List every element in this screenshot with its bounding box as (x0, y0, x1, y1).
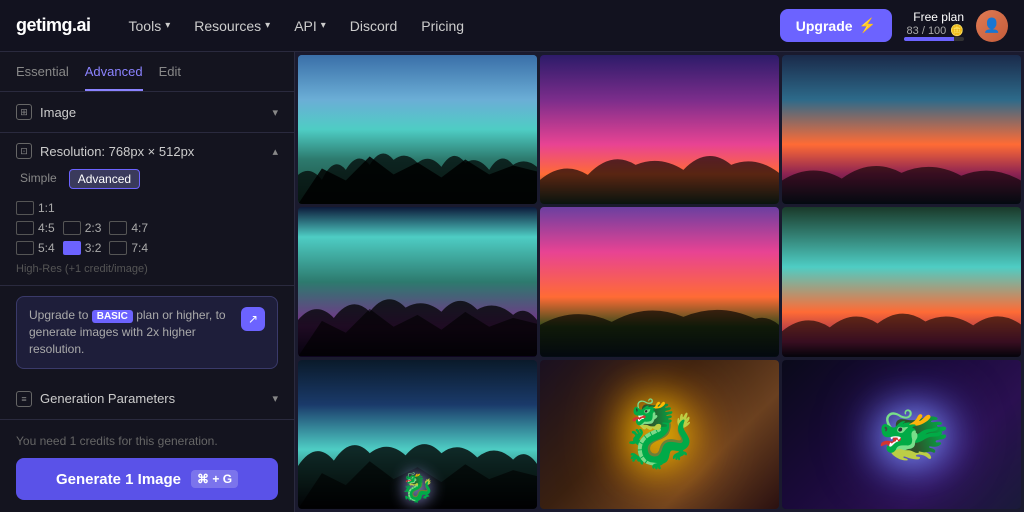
nav-pricing[interactable]: Pricing (411, 12, 474, 40)
generate-button[interactable]: Generate 1 Image ⌘ + G (16, 458, 278, 500)
gold-dragon-icon: 🐉 (619, 396, 700, 472)
image-section-header[interactable]: ⊞ Image ▾ (16, 104, 278, 120)
gallery: 🐉 🐉 🐲 (295, 52, 1024, 512)
plan-info: Free plan 83 / 100 🪙 (904, 10, 964, 41)
credits-bar (904, 37, 964, 41)
crystal-dragon-icon: 🐉 (400, 471, 435, 504)
nav-resources[interactable]: Resources ▾ (184, 12, 280, 40)
chevron-down-icon: ▾ (272, 106, 278, 119)
basic-badge: BASIC (92, 310, 133, 323)
ratio-box-2-3 (63, 221, 81, 235)
chevron-down-icon: ▾ (165, 20, 170, 31)
gen-params-header[interactable]: ≡ Generation Parameters ▾ (16, 391, 278, 407)
upgrade-arrow-icon[interactable]: ↗ (241, 307, 265, 331)
nav-api[interactable]: API ▾ (284, 12, 336, 40)
toggle-simple[interactable]: Simple (16, 169, 61, 189)
gallery-item[interactable] (540, 55, 779, 204)
high-res-note: High-Res (+1 credit/image) (16, 263, 278, 275)
chevron-down-icon: ▾ (265, 20, 270, 31)
tab-essential[interactable]: Essential (16, 64, 69, 91)
ratio-3-2[interactable]: 3:2 (63, 241, 102, 255)
upgrade-banner[interactable]: Upgrade to BASIC plan or higher, to gene… (16, 296, 278, 369)
image-icon: ⊞ (16, 104, 32, 120)
gallery-item[interactable] (782, 207, 1021, 356)
gallery-item[interactable] (298, 207, 537, 356)
nav-discord[interactable]: Discord (340, 12, 407, 40)
ratio-4-5[interactable]: 4:5 (16, 221, 55, 235)
header: getimg.ai Tools ▾ Resources ▾ API ▾ Disc… (0, 0, 1024, 52)
params-icon: ≡ (16, 391, 32, 407)
resolution-icon: ⊡ (16, 143, 32, 159)
credits-icon: 🪙 (950, 24, 964, 37)
gallery-item[interactable]: 🐲 (782, 360, 1021, 509)
ratio-4-7[interactable]: 4:7 (109, 221, 148, 235)
header-right: Upgrade ⚡ Free plan 83 / 100 🪙 👤 (780, 9, 1008, 42)
gen-params-section: ≡ Generation Parameters ▾ (0, 379, 294, 420)
chevron-down-icon: ▾ (272, 392, 278, 405)
ratio-row-1: 1:1 (16, 201, 278, 215)
gallery-item[interactable]: 🐉 (540, 360, 779, 509)
avatar[interactable]: 👤 (976, 10, 1008, 42)
upgrade-text: Upgrade to BASIC plan or higher, to gene… (29, 307, 233, 358)
gallery-item[interactable]: 🐉 (298, 360, 537, 509)
ratio-2-3[interactable]: 2:3 (63, 221, 102, 235)
credits-note: You need 1 credits for this generation. (16, 434, 278, 448)
resolution-header: ⊡ Resolution: 768px × 512px ▴ (16, 143, 278, 159)
credits-fill (904, 37, 954, 41)
sidebar-tabs: Essential Advanced Edit (0, 52, 294, 92)
gallery-item[interactable] (782, 55, 1021, 204)
upgrade-button[interactable]: Upgrade ⚡ (780, 9, 892, 42)
chevron-up-icon: ▴ (272, 145, 278, 158)
logo[interactable]: getimg.ai (16, 15, 91, 36)
main-content: Essential Advanced Edit ⊞ Image ▾ ⊡ Reso… (0, 52, 1024, 512)
tab-edit[interactable]: Edit (159, 64, 181, 91)
image-section: ⊞ Image ▾ (0, 92, 294, 133)
nav: Tools ▾ Resources ▾ API ▾ Discord Pricin… (119, 12, 780, 40)
ratio-box-5-4 (16, 241, 34, 255)
ratio-box-7-4 (109, 241, 127, 255)
nav-tools[interactable]: Tools ▾ (119, 12, 181, 40)
plan-credits: 83 / 100 🪙 (907, 24, 964, 37)
chevron-down-icon: ▾ (321, 20, 326, 31)
sidebar: Essential Advanced Edit ⊞ Image ▾ ⊡ Reso… (0, 52, 295, 512)
ratio-box-3-2 (63, 241, 81, 255)
ratio-grid: 1:1 4:5 2:3 4:7 (16, 201, 278, 255)
tab-advanced[interactable]: Advanced (85, 64, 143, 91)
ratio-box-1-1 (16, 201, 34, 215)
credits-count: 83 / 100 (907, 25, 947, 37)
ratio-box-4-7 (109, 221, 127, 235)
ratio-box-4-5 (16, 221, 34, 235)
sidebar-footer: You need 1 credits for this generation. … (0, 422, 294, 512)
ratio-5-4[interactable]: 5:4 (16, 241, 55, 255)
gallery-item[interactable] (298, 55, 537, 204)
resolution-section: ⊡ Resolution: 768px × 512px ▴ Simple Adv… (0, 133, 294, 286)
generate-shortcut: ⌘ + G (191, 470, 238, 488)
gallery-item[interactable] (540, 207, 779, 356)
ratio-row-2: 4:5 2:3 4:7 (16, 221, 278, 235)
toggle-advanced[interactable]: Advanced (69, 169, 140, 189)
ratio-7-4[interactable]: 7:4 (109, 241, 148, 255)
ratio-row-3: 5:4 3:2 7:4 (16, 241, 278, 255)
resolution-toggle: Simple Advanced (16, 169, 278, 189)
blue-dragon-icon: 🐲 (876, 399, 951, 470)
ratio-1-1[interactable]: 1:1 (16, 201, 55, 215)
resolution-label-text: Resolution: 768px × 512px (40, 144, 194, 159)
lightning-icon: ⚡ (859, 17, 876, 34)
